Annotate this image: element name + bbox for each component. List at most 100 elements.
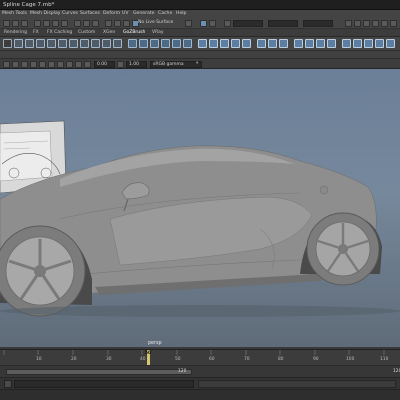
rebuild-curve-icon[interactable] bbox=[113, 39, 122, 48]
select-by-object-icon[interactable] bbox=[12, 20, 19, 27]
project-curve-icon[interactable] bbox=[316, 39, 325, 48]
extrude-icon[interactable] bbox=[231, 39, 240, 48]
sphere-icon[interactable] bbox=[128, 39, 137, 48]
tool-settings-icon[interactable] bbox=[381, 20, 388, 27]
bevel-plus-icon[interactable] bbox=[279, 39, 288, 48]
cv-curve-icon[interactable] bbox=[25, 39, 34, 48]
film-gate-icon[interactable] bbox=[48, 60, 55, 68]
snap-grid-icon[interactable] bbox=[34, 20, 41, 27]
wireframe-icon[interactable] bbox=[57, 60, 64, 68]
boundary-icon[interactable] bbox=[257, 39, 266, 48]
revolve-icon[interactable] bbox=[198, 39, 207, 48]
shelf-icons bbox=[0, 37, 400, 51]
image-plane-icon[interactable] bbox=[30, 60, 37, 68]
stitch-icon[interactable] bbox=[364, 39, 373, 48]
tab-vray[interactable]: VRay bbox=[152, 30, 164, 35]
lighting-icon[interactable] bbox=[84, 60, 91, 68]
tab-custom[interactable]: Custom bbox=[78, 30, 95, 35]
tab-rendering[interactable]: Rendering bbox=[4, 30, 27, 35]
ipr-render-icon[interactable] bbox=[114, 20, 121, 27]
grid-icon[interactable] bbox=[39, 60, 46, 68]
cube-icon[interactable] bbox=[139, 39, 148, 48]
y-field[interactable] bbox=[268, 20, 298, 27]
pencil-curve-icon[interactable] bbox=[47, 39, 56, 48]
camera-attributes-icon[interactable] bbox=[12, 60, 19, 68]
curve-square-icon[interactable] bbox=[80, 39, 89, 48]
tab-fx[interactable]: FX bbox=[33, 30, 39, 35]
birail-icon[interactable] bbox=[242, 39, 251, 48]
tab-fx-caching[interactable]: FX Caching bbox=[47, 30, 72, 35]
cone-icon[interactable] bbox=[161, 39, 170, 48]
cylinder-icon[interactable] bbox=[150, 39, 159, 48]
tab-gozbrush[interactable]: GoZBrush bbox=[123, 30, 145, 35]
gear-icon[interactable] bbox=[3, 39, 12, 48]
channel-box-icon[interactable] bbox=[372, 20, 379, 27]
snap-curve-icon[interactable] bbox=[43, 20, 50, 27]
select-camera-icon[interactable] bbox=[3, 60, 10, 68]
menu-uv[interactable]: UV bbox=[122, 11, 129, 16]
gamma-icon[interactable] bbox=[117, 60, 124, 68]
attach-curves-icon[interactable] bbox=[91, 39, 100, 48]
tab-xgen[interactable]: XGen bbox=[103, 30, 115, 35]
curve-circle-icon[interactable] bbox=[69, 39, 78, 48]
planar-icon[interactable] bbox=[220, 39, 229, 48]
ep-curve-icon[interactable] bbox=[14, 39, 23, 48]
torus-icon[interactable] bbox=[183, 39, 192, 48]
symmetry-icon[interactable] bbox=[185, 20, 192, 27]
transform-x-icon[interactable] bbox=[224, 20, 231, 27]
range-slider[interactable]: 120 120 bbox=[0, 365, 400, 377]
color-space-select[interactable]: sRGB gamma bbox=[150, 60, 202, 68]
exposure-field[interactable]: 0.00 bbox=[94, 60, 115, 68]
modeling-toolkit-icon[interactable] bbox=[390, 20, 397, 27]
untrim-icon[interactable] bbox=[305, 39, 314, 48]
smooth-shade-icon[interactable] bbox=[66, 60, 73, 68]
bezier-curve-icon[interactable] bbox=[36, 39, 45, 48]
construction-history-icon[interactable] bbox=[83, 20, 90, 27]
detach-curves-icon[interactable] bbox=[102, 39, 111, 48]
menu-mesh-display[interactable]: Mesh Display bbox=[30, 11, 61, 16]
menu-generate[interactable]: Generate bbox=[133, 11, 154, 16]
mel-toggle-button[interactable] bbox=[4, 380, 12, 388]
select-by-component-icon[interactable] bbox=[21, 20, 28, 27]
front-wheel[interactable] bbox=[0, 225, 86, 317]
menu-cache[interactable]: Cache bbox=[158, 11, 172, 16]
render-view-icon[interactable] bbox=[345, 20, 352, 27]
offset-surface-icon[interactable] bbox=[386, 39, 395, 48]
snap-view-plane-icon[interactable] bbox=[61, 20, 68, 27]
trim-tool-icon[interactable] bbox=[294, 39, 303, 48]
sculpt-tool-icon[interactable] bbox=[342, 39, 351, 48]
menu-surfaces[interactable]: Surfaces bbox=[80, 11, 100, 16]
input-output-icon[interactable] bbox=[92, 20, 99, 27]
attribute-editor-icon[interactable] bbox=[363, 20, 370, 27]
intersect-icon[interactable] bbox=[327, 39, 336, 48]
render-frame-icon[interactable] bbox=[105, 20, 112, 27]
x-field[interactable] bbox=[233, 20, 263, 27]
menu-help[interactable]: Help bbox=[176, 11, 186, 16]
render-settings-icon[interactable] bbox=[123, 20, 130, 27]
bookmarks-icon[interactable] bbox=[21, 60, 28, 68]
z-field[interactable] bbox=[303, 20, 333, 27]
perspective-viewport[interactable] bbox=[0, 69, 400, 347]
snap-point-icon[interactable] bbox=[52, 20, 59, 27]
rear-wheel[interactable] bbox=[306, 212, 380, 286]
menu-mesh-tools[interactable]: Mesh Tools bbox=[2, 11, 27, 16]
arc-curve-icon[interactable] bbox=[58, 39, 67, 48]
plane-icon[interactable] bbox=[172, 39, 181, 48]
gamma-field[interactable]: 1.00 bbox=[126, 60, 147, 68]
history-icon[interactable] bbox=[74, 20, 81, 27]
menu-deform[interactable]: Deform bbox=[103, 11, 120, 16]
range-bar[interactable] bbox=[6, 369, 192, 375]
isolate-icon[interactable] bbox=[209, 20, 216, 27]
menu-curves[interactable]: Curves bbox=[62, 11, 78, 16]
textured-icon[interactable] bbox=[75, 60, 82, 68]
viewport-scene bbox=[0, 120, 400, 317]
hypershade-icon[interactable] bbox=[354, 20, 361, 27]
rebuild-surface-icon[interactable] bbox=[353, 39, 362, 48]
fillet-icon[interactable] bbox=[375, 39, 384, 48]
time-slider[interactable]: 10 20 30 40 50 60 70 80 90 100 110 50 bbox=[0, 349, 400, 366]
command-input[interactable] bbox=[14, 380, 194, 388]
loft-icon[interactable] bbox=[209, 39, 218, 48]
select-by-hierarchy-icon[interactable] bbox=[3, 20, 10, 27]
square-surface-icon[interactable] bbox=[268, 39, 277, 48]
camera-icon[interactable] bbox=[200, 20, 207, 27]
